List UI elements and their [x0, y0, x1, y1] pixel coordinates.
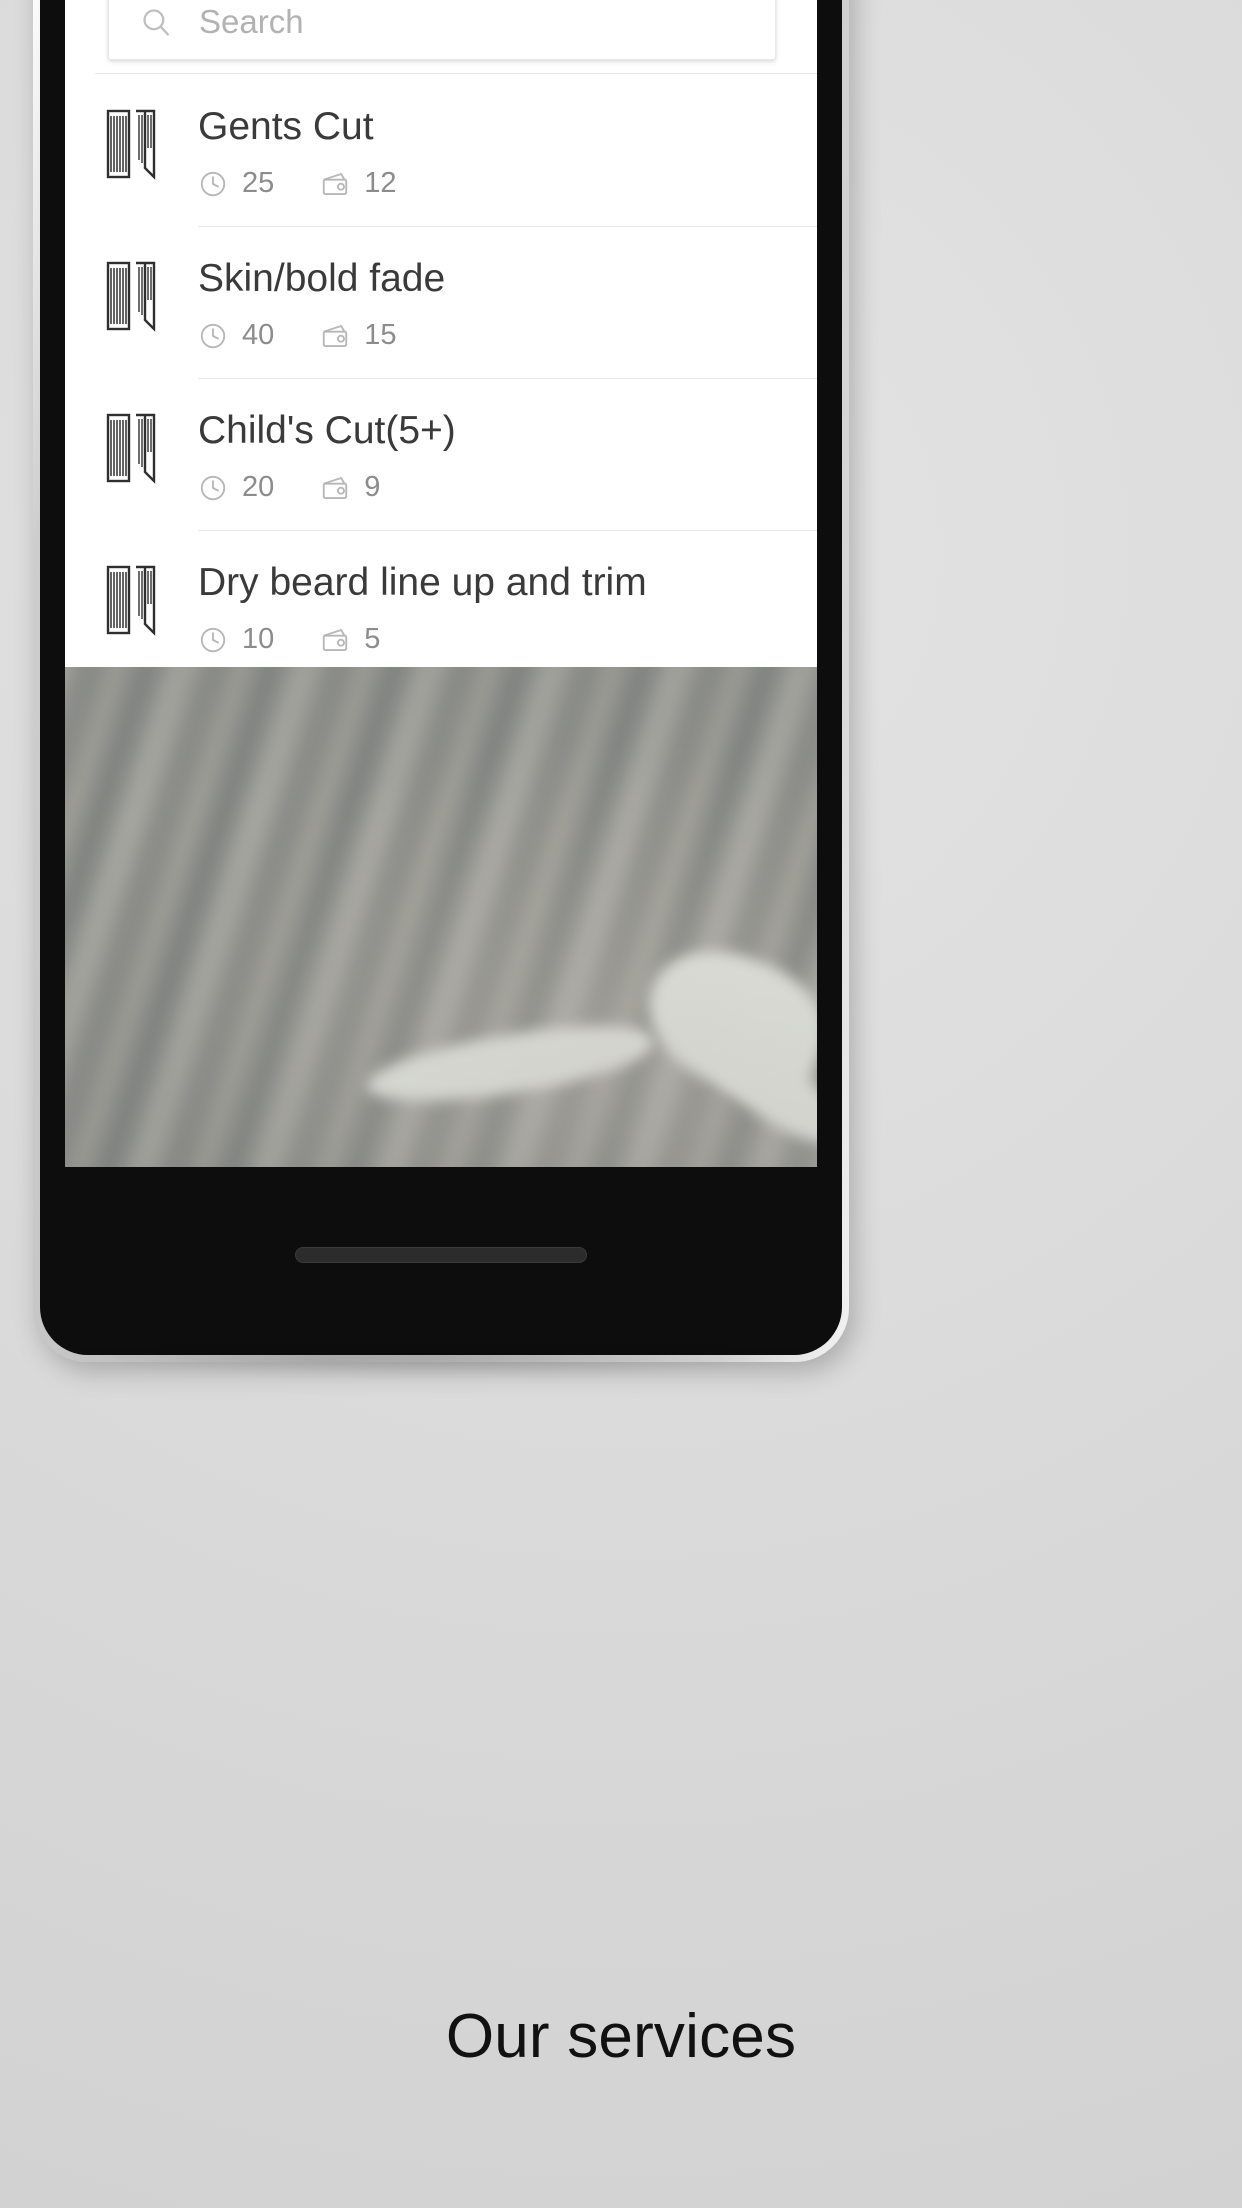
service-duration: 20 — [242, 471, 275, 503]
wallet-icon — [323, 476, 348, 499]
service-list-item[interactable]: Gents Cut 25 12 — [65, 74, 817, 226]
service-list-item[interactable]: Dry beard line up and trim 10 5 — [65, 530, 817, 682]
service-meta: 20 9 — [198, 471, 797, 504]
duration-group: 20 — [198, 471, 274, 504]
service-details: Dry beard line up and trim 10 5 — [198, 530, 817, 682]
row-divider — [198, 226, 817, 227]
search-icon — [143, 9, 170, 36]
service-title: Dry beard line up and trim — [198, 561, 647, 604]
clock-icon — [200, 323, 226, 348]
service-meta: 25 12 — [198, 167, 797, 200]
search-input[interactable] — [199, 3, 757, 41]
phone-chin — [65, 1167, 817, 1342]
service-duration: 40 — [242, 319, 275, 351]
price-group: 5 — [320, 623, 380, 656]
photo-tint — [65, 667, 817, 1167]
service-list-item[interactable]: Child's Cut(5+) 20 9 — [65, 378, 817, 530]
service-price: 5 — [364, 623, 381, 655]
phone-device: Gents Cut 25 — [33, 0, 849, 1362]
service-icon-cell — [65, 226, 198, 332]
home-indicator[interactable] — [295, 1247, 587, 1263]
service-list: Gents Cut 25 12 Skin/bold fade 40 15 Chi… — [65, 74, 817, 682]
device-shadow — [60, 1352, 830, 1378]
barber-photo — [65, 667, 817, 1167]
clock-icon — [200, 171, 226, 196]
service-icon-cell — [65, 530, 198, 636]
comb-icon — [106, 261, 155, 332]
comb-icon — [106, 565, 155, 636]
page-caption: Our services — [445, 2002, 797, 2071]
wallet-icon — [323, 172, 348, 195]
service-details: Skin/bold fade 40 15 — [198, 226, 817, 378]
duration-group: 25 — [198, 167, 274, 200]
clock-icon — [200, 627, 226, 652]
service-details: Child's Cut(5+) 20 9 — [198, 378, 817, 530]
service-meta: 40 15 — [198, 319, 797, 352]
row-divider — [198, 378, 817, 379]
service-icon-cell — [65, 74, 198, 180]
comb-icon — [106, 109, 155, 180]
duration-group: 40 — [198, 319, 274, 352]
price-group: 12 — [320, 167, 397, 200]
search-bar[interactable] — [108, 0, 776, 60]
service-price: 9 — [364, 471, 381, 503]
wallet-icon — [323, 324, 348, 347]
service-title: Child's Cut(5+) — [198, 409, 456, 452]
service-duration: 10 — [242, 623, 275, 655]
service-meta: 10 5 — [198, 623, 797, 656]
duration-group: 10 — [198, 623, 274, 656]
service-title: Gents Cut — [198, 105, 374, 148]
page-backdrop: Gents Cut 25 — [0, 0, 1242, 2208]
row-divider — [198, 530, 817, 531]
wallet-icon — [323, 628, 348, 651]
service-icon-cell — [65, 378, 198, 484]
comb-icon — [106, 413, 155, 484]
price-group: 9 — [320, 471, 380, 504]
clock-icon — [200, 475, 226, 500]
service-price: 12 — [364, 167, 397, 199]
service-price: 15 — [364, 319, 397, 351]
service-title: Skin/bold fade — [198, 257, 446, 300]
service-details: Gents Cut 25 12 — [198, 74, 817, 226]
phone-screen: Gents Cut 25 — [65, 0, 817, 1167]
price-group: 15 — [320, 319, 397, 352]
service-duration: 25 — [242, 167, 275, 199]
service-list-item[interactable]: Skin/bold fade 40 15 — [65, 226, 817, 378]
search-section — [65, 0, 817, 73]
